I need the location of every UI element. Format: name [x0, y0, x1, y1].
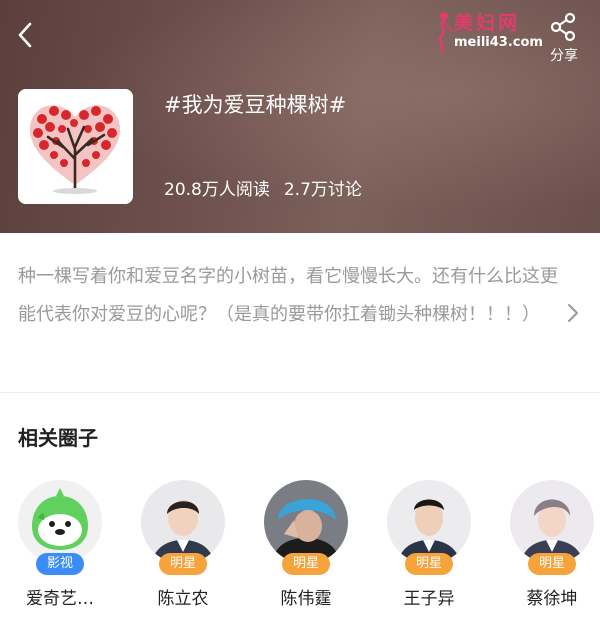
watermark-text: 美妇网	[454, 12, 521, 34]
circle-item[interactable]: 明星 陈立农	[137, 480, 229, 609]
avatar	[18, 480, 102, 564]
discussion-count: 2.7万讨论	[283, 180, 362, 200]
topic-stats: 20.8万人阅读 2.7万讨论	[164, 175, 362, 200]
back-button[interactable]	[12, 18, 42, 52]
topic-cover-image	[18, 89, 133, 204]
topic-header: 美妇网 meili43.com 分享 #我为爱豆种棵树# 20.8万人阅读 2.…	[0, 0, 600, 233]
avatar	[510, 480, 594, 564]
category-badge: 明星	[159, 553, 207, 575]
category-badge: 明星	[528, 553, 576, 575]
person-photo-icon	[264, 480, 348, 564]
person-photo-icon	[141, 480, 225, 564]
iqiyi-mascot-icon	[18, 480, 102, 564]
category-badge: 明星	[405, 553, 453, 575]
circle-item[interactable]: 影视 爱奇艺…	[14, 480, 106, 609]
heart-tree-icon	[18, 89, 133, 204]
avatar	[264, 480, 348, 564]
circle-name: 陈立农	[157, 589, 209, 609]
chevron-right-icon[interactable]	[566, 302, 580, 324]
category-badge: 明星	[282, 553, 330, 575]
woman-silhouette-icon	[438, 12, 453, 54]
share-icon	[550, 12, 576, 42]
watermark-logo: 美妇网 meili43.com	[432, 8, 547, 56]
circle-name: 陈伟霆	[280, 589, 332, 609]
avatar	[141, 480, 225, 564]
circle-name: 王子异	[403, 589, 455, 609]
related-circles-title: 相关圈子	[18, 426, 98, 450]
circle-item[interactable]: 明星 陈伟霆	[260, 480, 352, 609]
divider	[0, 392, 600, 393]
share-label: 分享	[550, 48, 578, 64]
circle-item[interactable]: 明星 蔡徐坤	[506, 480, 598, 609]
circle-name: 蔡徐坤	[526, 589, 578, 609]
avatar	[387, 480, 471, 564]
category-badge: 影视	[36, 553, 84, 575]
person-photo-icon	[510, 480, 594, 564]
share-button[interactable]: 分享	[544, 12, 584, 66]
topic-title: #我为爱豆种棵树#	[164, 93, 347, 117]
topic-description[interactable]: 种一棵写着你和爱豆名字的小树苗，看它慢慢长大。还有什么比这更能代表你对爱豆的心呢…	[18, 258, 558, 334]
circle-name: 爱奇艺…	[26, 589, 94, 609]
watermark-url: meili43.com	[454, 35, 543, 50]
read-count: 20.8万人阅读	[164, 180, 270, 200]
chevron-left-icon	[18, 22, 32, 48]
person-photo-icon	[387, 480, 471, 564]
circle-item[interactable]: 明星 王子异	[383, 480, 475, 609]
